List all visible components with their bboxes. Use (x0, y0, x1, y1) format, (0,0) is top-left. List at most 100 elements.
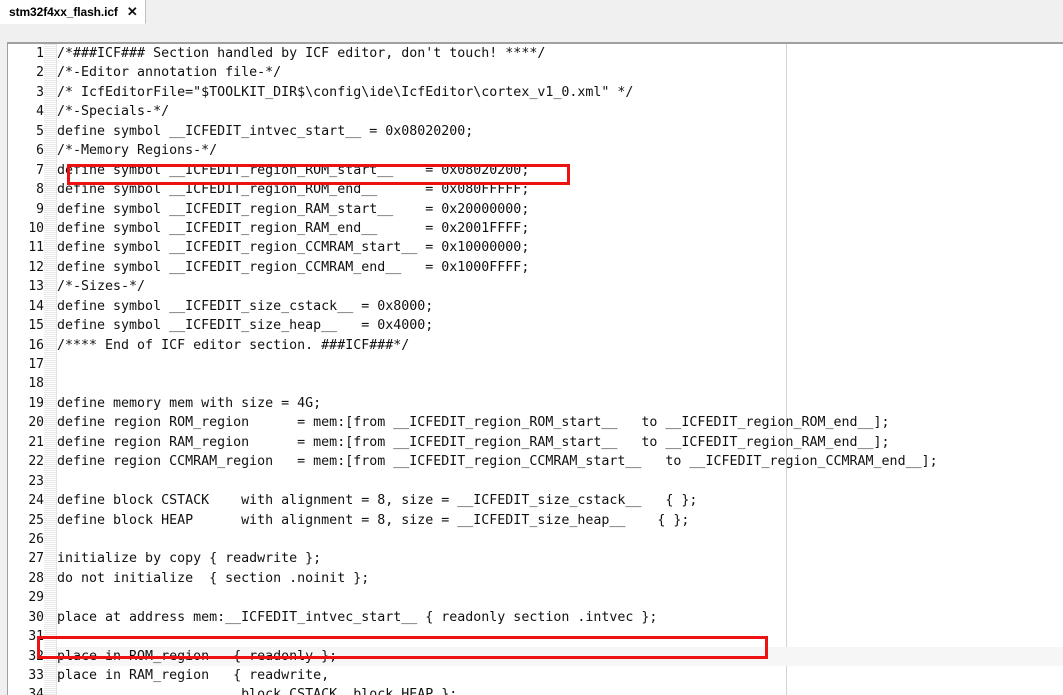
code-line[interactable]: 12 define symbol __ICFEDIT_region_CCMRAM_… (8, 258, 1063, 277)
line-number: 23 (28, 473, 44, 489)
code-line[interactable]: 31 (8, 627, 1063, 646)
code-line[interactable]: 32 place in ROM_region { readonly }; (8, 646, 1063, 666)
code-line[interactable]: 4 /*-Specials-*/ (8, 102, 1063, 121)
code-line[interactable]: 16 /**** End of ICF editor section. ###IC… (8, 336, 1063, 355)
line-text[interactable]: block CSTACK, block HEAP }; (57, 685, 1063, 695)
code-lines[interactable]: 1 /*###ICF### Section handled by ICF edit… (8, 44, 1063, 695)
line-number: 4 (36, 104, 44, 120)
line-number: 13 (28, 279, 44, 295)
code-line[interactable]: 1 /*###ICF### Section handled by ICF edit… (8, 44, 1063, 63)
line-number: 18 (28, 376, 44, 392)
code-line[interactable]: 23 (8, 472, 1063, 491)
line-text[interactable]: do not initialize { section .noinit }; (57, 569, 1063, 588)
line-number: 7 (36, 162, 44, 178)
code-line[interactable]: 19 define memory mem with size = 4G; (8, 394, 1063, 413)
code-line[interactable]: 24 define block CSTACK with alignment = 8… (8, 491, 1063, 510)
line-number: 16 (28, 337, 44, 353)
code-line[interactable]: 14 define symbol __ICFEDIT_size_cstack__ … (8, 297, 1063, 316)
line-text[interactable]: define symbol __ICFEDIT_region_ROM_end__… (57, 180, 1063, 199)
line-number: 29 (28, 590, 44, 606)
tab-bar: stm32f4xx_flash.icf ✕ (0, 0, 1063, 24)
line-text[interactable]: define block HEAP with alignment = 8, si… (57, 511, 1063, 530)
code-line[interactable]: 20 define region ROM_region = mem:[from _… (8, 413, 1063, 432)
line-text[interactable]: define memory mem with size = 4G; (57, 394, 1063, 413)
line-text[interactable]: define symbol __ICFEDIT_size_cstack__ = … (57, 297, 1063, 316)
line-text[interactable]: define symbol __ICFEDIT_region_RAM_start… (57, 200, 1063, 219)
code-line[interactable]: 18 (8, 374, 1063, 393)
line-number: 5 (36, 123, 44, 139)
line-number: 14 (28, 298, 44, 314)
line-number: 17 (28, 357, 44, 372)
line-text[interactable] (57, 374, 1063, 393)
code-line[interactable]: 34 block CSTACK, block HEAP }; (8, 685, 1063, 695)
code-line[interactable]: 27 initialize by copy { readwrite }; (8, 549, 1063, 568)
line-text[interactable]: place in ROM_region { readonly }; (57, 646, 1063, 666)
line-text[interactable]: place in RAM_region { readwrite, (57, 666, 1063, 685)
line-text[interactable]: define symbol __ICFEDIT_region_ROM_start… (57, 161, 1063, 180)
code-line[interactable]: 5 define symbol __ICFEDIT_intvec_start__ … (8, 122, 1063, 141)
line-text[interactable]: define region CCMRAM_region = mem:[from … (57, 452, 1063, 471)
code-line[interactable]: 10 define symbol __ICFEDIT_region_RAM_end… (8, 219, 1063, 238)
line-number: 26 (28, 531, 44, 547)
code-line[interactable]: 30 place at address mem:__ICFEDIT_intvec_… (8, 608, 1063, 627)
line-number: 32 (28, 648, 44, 664)
code-line[interactable]: 22 define region CCMRAM_region = mem:[fro… (8, 452, 1063, 471)
code-line[interactable]: 2 /*-Editor annotation file-*/ (8, 63, 1063, 82)
line-number: 2 (36, 65, 44, 81)
line-text[interactable]: /*-Memory Regions-*/ (57, 141, 1063, 160)
tab-strip: stm32f4xx_flash.icf ✕ (0, 0, 1063, 42)
code-line[interactable]: 7 define symbol __ICFEDIT_region_ROM_star… (8, 161, 1063, 180)
line-text[interactable]: place at address mem:__ICFEDIT_intvec_st… (57, 608, 1063, 627)
close-icon[interactable]: ✕ (127, 5, 138, 18)
line-number: 11 (28, 240, 44, 256)
line-text[interactable]: /* IcfEditorFile="$TOOLKIT_DIR$\config\i… (57, 83, 1063, 102)
line-number: 33 (28, 668, 44, 683)
line-text[interactable]: define block CSTACK with alignment = 8, … (57, 491, 1063, 510)
code-line[interactable]: 9 define symbol __ICFEDIT_region_RAM_star… (8, 200, 1063, 219)
code-line[interactable]: 25 define block HEAP with alignment = 8, … (8, 511, 1063, 530)
code-line[interactable]: 17 (8, 355, 1063, 374)
line-number: 31 (28, 629, 44, 645)
code-line[interactable]: 29 (8, 588, 1063, 607)
line-text[interactable] (57, 530, 1063, 549)
line-number: 10 (28, 220, 44, 236)
line-text[interactable]: define symbol __ICFEDIT_region_CCMRAM_st… (57, 238, 1063, 257)
line-text[interactable]: define symbol __ICFEDIT_region_CCMRAM_en… (57, 258, 1063, 277)
line-text[interactable]: define region ROM_region = mem:[from __I… (57, 413, 1063, 432)
line-number: 27 (28, 551, 44, 567)
line-text[interactable] (57, 355, 1063, 374)
line-text[interactable] (57, 627, 1063, 646)
code-line[interactable]: 15 define symbol __ICFEDIT_size_heap__ = … (8, 316, 1063, 335)
line-text[interactable]: initialize by copy { readwrite }; (57, 549, 1063, 568)
line-number: 19 (28, 395, 44, 411)
code-line[interactable]: 6 /*-Memory Regions-*/ (8, 141, 1063, 160)
code-editor[interactable]: 1 /*###ICF### Section handled by ICF edit… (7, 42, 1063, 695)
line-text[interactable]: define region RAM_region = mem:[from __I… (57, 433, 1063, 452)
line-text[interactable]: define symbol __ICFEDIT_size_heap__ = 0x… (57, 316, 1063, 335)
line-text[interactable]: /*-Editor annotation file-*/ (57, 63, 1063, 82)
line-number: 24 (28, 493, 44, 509)
line-text[interactable] (57, 472, 1063, 491)
code-line[interactable]: 26 (8, 530, 1063, 549)
code-line[interactable]: 28 do not initialize { section .noinit }; (8, 569, 1063, 588)
tab-strip-filler (0, 24, 1063, 42)
line-text[interactable]: define symbol __ICFEDIT_region_RAM_end__… (57, 219, 1063, 238)
line-text[interactable]: /*-Sizes-*/ (57, 277, 1063, 296)
line-number: 22 (28, 454, 44, 470)
tab-stm32f4xx-flash-icf[interactable]: stm32f4xx_flash.icf ✕ (0, 0, 146, 24)
line-number: 28 (28, 570, 44, 586)
code-line[interactable]: 13 /*-Sizes-*/ (8, 277, 1063, 296)
line-number: 15 (28, 318, 44, 334)
line-text[interactable]: /**** End of ICF editor section. ###ICF#… (57, 336, 1063, 355)
code-line[interactable]: 33 place in RAM_region { readwrite, (8, 666, 1063, 685)
line-text[interactable]: define symbol __ICFEDIT_intvec_start__ =… (57, 122, 1063, 141)
code-line[interactable]: 8 define symbol __ICFEDIT_region_ROM_end_… (8, 180, 1063, 199)
code-line[interactable]: 3 /* IcfEditorFile="$TOOLKIT_DIR$\config\… (8, 83, 1063, 102)
code-line[interactable]: 11 define symbol __ICFEDIT_region_CCMRAM_… (8, 238, 1063, 257)
code-line[interactable]: 21 define region RAM_region = mem:[from _… (8, 433, 1063, 452)
line-number: 25 (28, 512, 44, 528)
line-text[interactable]: /*###ICF### Section handled by ICF edito… (57, 44, 1063, 63)
line-number: 3 (36, 84, 44, 100)
line-text[interactable]: /*-Specials-*/ (57, 102, 1063, 121)
line-text[interactable] (57, 588, 1063, 607)
